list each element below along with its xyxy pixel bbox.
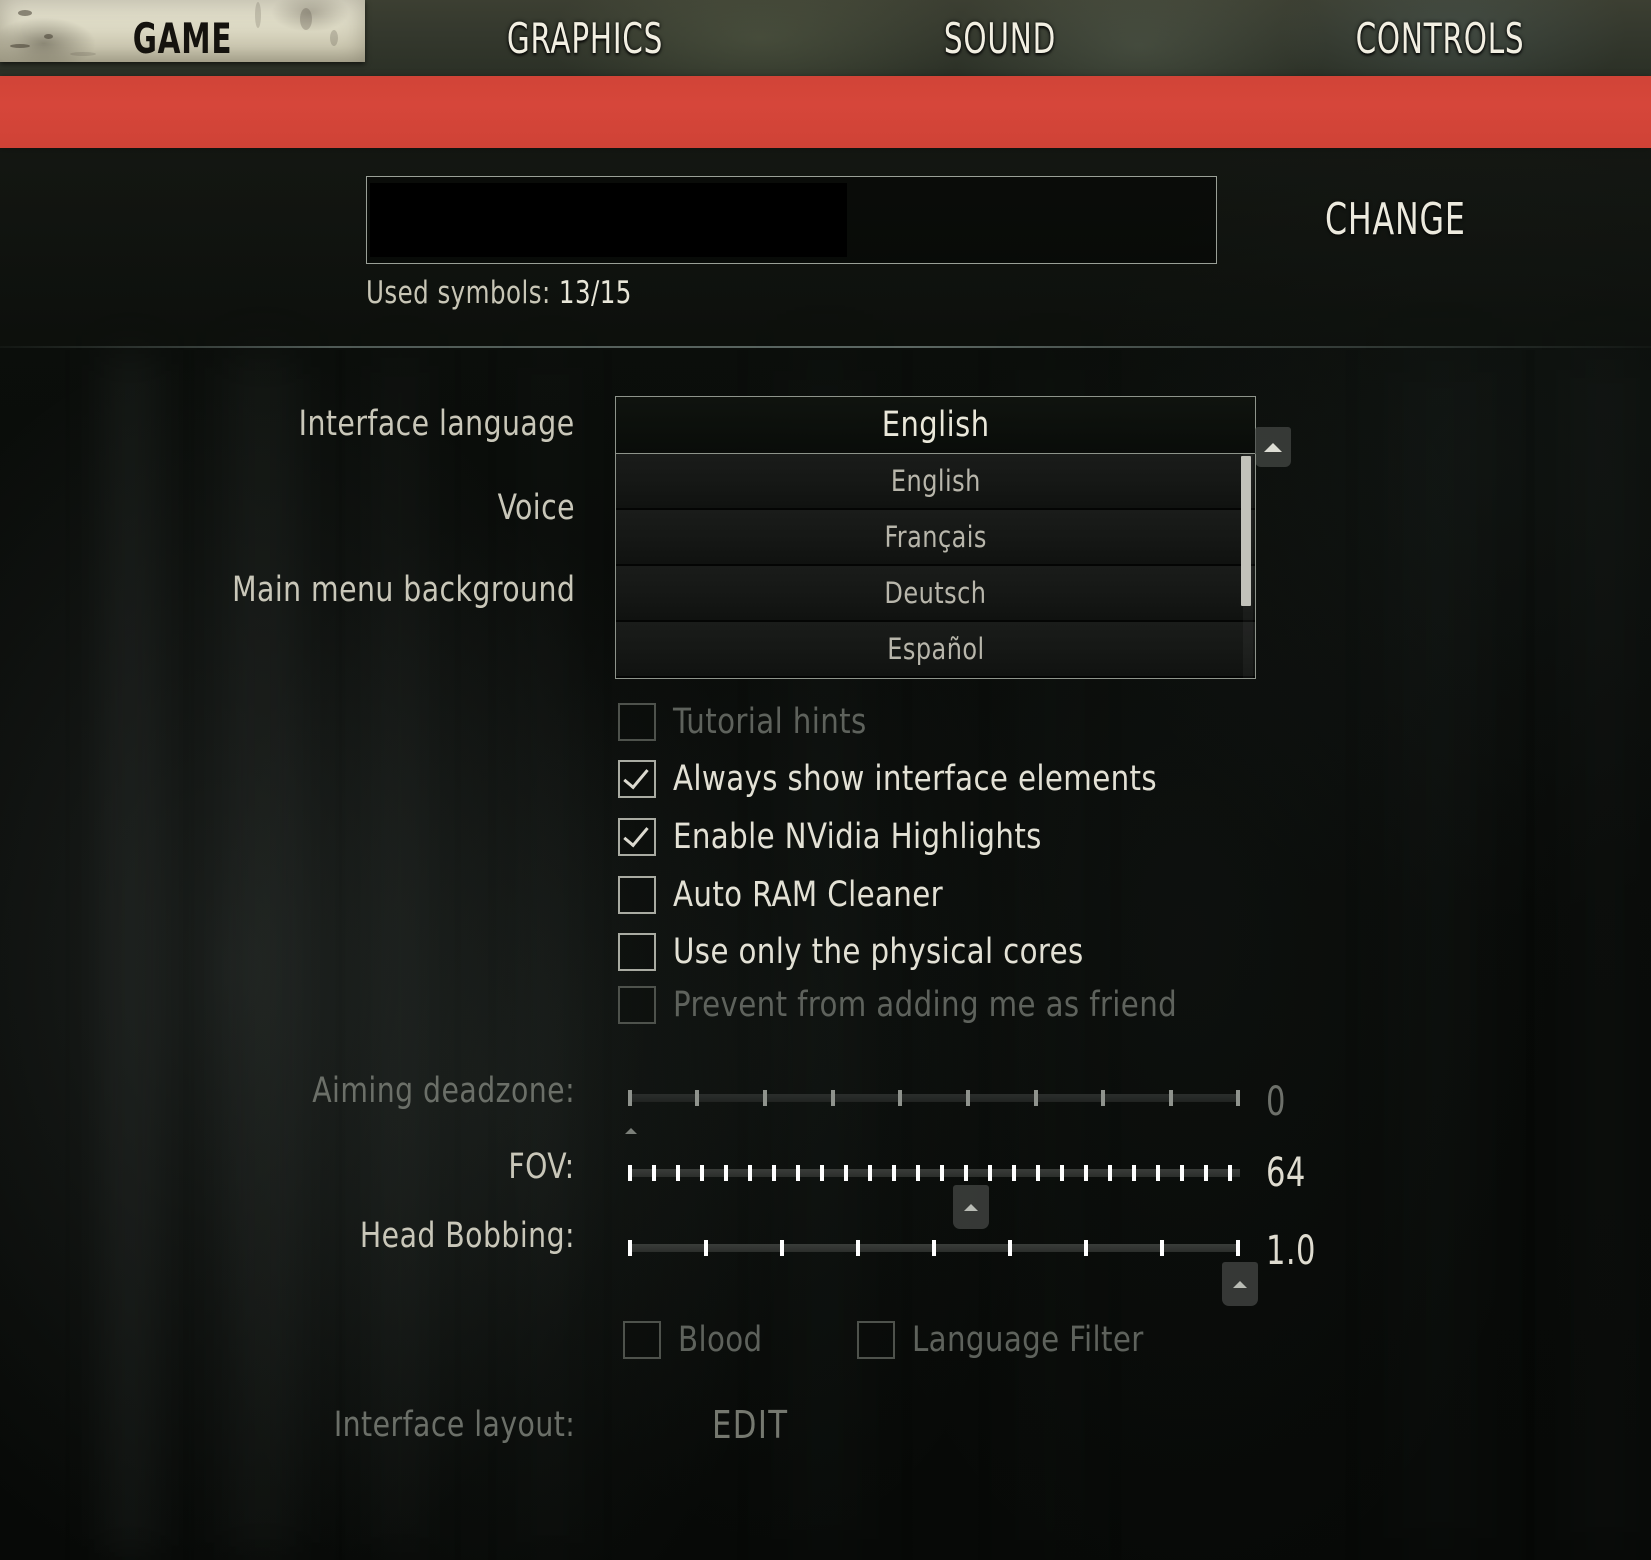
dropdown-option-label: English (890, 464, 981, 498)
edit-interface-layout-button[interactable]: EDIT (712, 1403, 788, 1447)
checkbox-label: Use only the physical cores (673, 932, 1084, 972)
check-mark-icon (623, 762, 649, 789)
interface-language-dropdown[interactable]: English English Français Deutsch Español (615, 396, 1291, 679)
dropdown-scrollbar-thumb[interactable] (1241, 456, 1251, 606)
dropdown-option[interactable]: English (616, 454, 1255, 510)
chevron-up-icon (964, 1203, 978, 1211)
checkbox-row-always-show-interface-elements[interactable]: Always show interface elements (618, 759, 1193, 799)
check-mark-icon (623, 820, 649, 847)
dropdown-collapse-button[interactable] (1255, 427, 1291, 467)
aiming-deadzone-label: Aiming deadzone: (312, 1071, 575, 1111)
dropdown-option-label: Español (886, 632, 985, 666)
slider-knob-aiming-deadzone[interactable] (620, 1118, 642, 1144)
checkbox-blood[interactable] (623, 1321, 661, 1359)
background-blur-streak (95, 350, 165, 1560)
checkbox-label: Always show interface elements (673, 759, 1158, 799)
checkbox-row-tutorial-hints[interactable]: Tutorial hints (618, 702, 881, 742)
background-blur-streak (215, 350, 310, 1560)
dropdown-option-label: Deutsch (884, 576, 987, 610)
checkbox-enable-nvidia-highlights[interactable] (618, 818, 656, 856)
checkbox-prevent-adding-friend[interactable] (618, 986, 656, 1024)
used-symbols-counter: Used symbols: 13/15 (366, 275, 632, 311)
background-blur-streak (1560, 350, 1650, 1560)
tab-controls[interactable]: CONTROLS (1276, 0, 1604, 76)
background-blur-streak (1380, 350, 1500, 1560)
settings-tab-bar: GAME GRAPHICS SOUND CONTROLS (0, 0, 1651, 76)
dropdown-option[interactable]: Español (616, 622, 1255, 678)
checkbox-row-prevent-adding-friend[interactable]: Prevent from adding me as friend (618, 985, 1215, 1025)
background-blur-streak (520, 350, 580, 1560)
fov-label: FOV: (508, 1147, 575, 1187)
used-symbols-label: Used symbols: (366, 275, 551, 311)
slider-value-head-bobbing: 1.0 (1266, 1228, 1316, 1274)
dropdown-selected-value-row[interactable]: English (615, 396, 1291, 467)
nickname-redaction-overlay (370, 183, 847, 257)
checkbox-row-enable-nvidia-highlights[interactable]: Enable NVidia Highlights (618, 817, 1070, 857)
voice-label: Voice (497, 488, 575, 528)
interface-layout-label: Interface layout: (333, 1405, 575, 1445)
main-menu-background-label: Main menu background (231, 570, 575, 610)
checkbox-language-filter[interactable] (857, 1321, 895, 1359)
slider-track[interactable] (628, 1165, 1240, 1181)
chevron-up-icon (1233, 1280, 1247, 1288)
dropdown-option[interactable]: Français (616, 510, 1255, 566)
background-blur-streak (370, 350, 430, 1560)
checkbox-row-blood[interactable]: Blood (623, 1320, 769, 1360)
red-notice-banner (0, 76, 1651, 148)
checkbox-tutorial-hints[interactable] (618, 703, 656, 741)
checkbox-auto-ram-cleaner[interactable] (618, 876, 656, 914)
checkbox-use-only-physical-cores[interactable] (618, 933, 656, 971)
head-bobbing-label: Head Bobbing: (359, 1216, 575, 1256)
checkbox-row-language-filter[interactable]: Language Filter (857, 1320, 1161, 1360)
checkbox-row-use-only-physical-cores[interactable]: Use only the physical cores (618, 932, 1115, 972)
section-divider (0, 346, 1651, 348)
checkbox-label: Blood (678, 1320, 763, 1360)
slider-knob-fov[interactable] (953, 1185, 989, 1229)
dropdown-option-list[interactable]: English Français Deutsch Español (615, 454, 1256, 679)
change-nickname-button[interactable]: CHANGE (1325, 194, 1466, 245)
dropdown-option-label: Français (884, 520, 987, 554)
checkbox-always-show-interface-elements[interactable] (618, 760, 656, 798)
game-settings-screen: GAME GRAPHICS SOUND CONTROLS Used symbol… (0, 0, 1651, 1560)
dropdown-option[interactable]: Deutsch (616, 566, 1255, 622)
slider-value-aiming-deadzone: 0 (1266, 1079, 1286, 1125)
chevron-up-icon (625, 1128, 637, 1134)
nickname-input[interactable] (366, 176, 1217, 264)
checkbox-row-auto-ram-cleaner[interactable]: Auto RAM Cleaner (618, 875, 963, 915)
slider-knob-head-bobbing[interactable] (1222, 1262, 1258, 1306)
tab-sound[interactable]: SOUND (871, 0, 1128, 76)
dropdown-selected-value: English (881, 405, 990, 445)
interface-language-label: Interface language (299, 404, 575, 444)
slider-track[interactable] (628, 1240, 1240, 1256)
slider-value-fov: 64 (1266, 1150, 1306, 1196)
nickname-section: Used symbols: 13/15 CHANGE (0, 148, 1651, 348)
checkbox-label: Tutorial hints (673, 702, 867, 742)
used-symbols-count: 13/15 (558, 275, 632, 311)
chevron-up-icon (1264, 442, 1282, 452)
checkbox-label: Auto RAM Cleaner (673, 875, 944, 915)
slider-track[interactable] (628, 1090, 1240, 1106)
tab-graphics[interactable]: GRAPHICS (441, 0, 730, 76)
checkbox-label: Enable NVidia Highlights (673, 817, 1042, 857)
checkbox-label: Language Filter (912, 1320, 1144, 1360)
checkbox-label: Prevent from adding me as friend (673, 985, 1178, 1025)
tab-game[interactable]: GAME (40, 0, 325, 76)
dropdown-scrollbar-track[interactable] (1241, 454, 1253, 678)
